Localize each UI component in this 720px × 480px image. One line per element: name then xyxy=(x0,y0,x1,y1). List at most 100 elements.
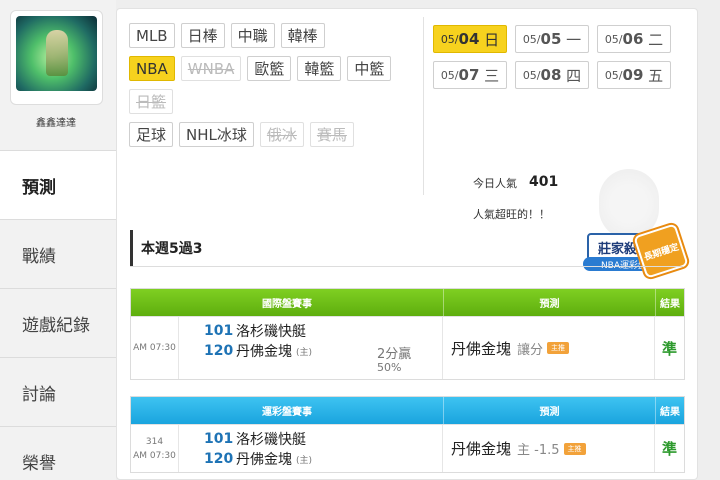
date-day: 04 xyxy=(458,30,480,48)
header-result: 結果 xyxy=(655,289,684,316)
match-time: 314 AM 07:30 xyxy=(131,425,179,472)
prediction-team: 丹佛金塊 xyxy=(451,339,512,358)
team-number: 120 xyxy=(204,343,234,359)
date-0508[interactable]: 05/08 四 xyxy=(515,61,589,89)
date-0509[interactable]: 05/09 五 xyxy=(597,61,671,89)
header-prediction: 預測 xyxy=(443,289,655,316)
tag-kbo[interactable]: 韓棒 xyxy=(280,23,325,48)
prediction-team: 丹佛金塊 xyxy=(451,440,512,458)
team-number: 101 xyxy=(204,431,234,447)
tag-horse-racing: 賽馬 xyxy=(309,122,354,147)
prediction-cell: 丹佛金塊 主 -1.5 主推 xyxy=(443,425,655,472)
prediction-type: 讓分 xyxy=(517,342,544,358)
date-day: 08 xyxy=(540,66,562,84)
badge-splash-icon xyxy=(599,169,659,239)
date-month: 05/ xyxy=(522,68,541,82)
date-0504[interactable]: 05/04 日 xyxy=(433,25,507,53)
date-picker: 05/04 日 05/05 一 05/06 二 05/07 三 05/08 四 … xyxy=(433,25,693,89)
match-teams: 101 洛杉磯快艇 120 丹佛金塊 (主) 2分贏 50% xyxy=(179,317,443,379)
tag-jp-baseball[interactable]: 日棒 xyxy=(180,23,225,48)
date-month: 05/ xyxy=(522,32,541,46)
table-header: 運彩盤賽事 預測 結果 xyxy=(131,397,684,424)
date-weekday: 五 xyxy=(648,66,664,85)
sidebar-menu: 預測 戰績 遊戲紀錄 討論 榮譽 xyxy=(0,150,116,480)
date-weekday: 日 xyxy=(484,30,500,49)
date-weekday: 三 xyxy=(484,66,500,85)
team-number: 120 xyxy=(204,451,234,467)
date-0507[interactable]: 05/07 三 xyxy=(433,61,507,89)
header-result: 結果 xyxy=(655,397,684,424)
date-weekday: 一 xyxy=(566,30,582,49)
tag-mlb[interactable]: MLB xyxy=(129,23,175,48)
week-record: 本週5過3 xyxy=(130,230,430,266)
sport-tags: MLB 日棒 中職 韓棒 NBA WNBA 歐籃 韓籃 中籃 日籃 足球 NHL… xyxy=(129,23,419,155)
killer-badge: 莊家殺手 NBA運彩盤 長期穩定 xyxy=(569,169,699,289)
match-clock: AM 07:30 xyxy=(133,450,176,461)
divider xyxy=(423,17,424,195)
team-number: 101 xyxy=(204,323,234,339)
tag-cpbl[interactable]: 中職 xyxy=(230,23,275,48)
match-teams: 101 洛杉磯快艇 120 丹佛金塊 (主) xyxy=(179,425,443,472)
team-name: 丹佛金塊 xyxy=(236,452,292,468)
spread-percent: 50% xyxy=(377,361,402,374)
date-0505[interactable]: 05/05 一 xyxy=(515,25,589,53)
date-day: 05 xyxy=(540,30,562,48)
sidebar-item-discussion[interactable]: 討論 xyxy=(0,357,116,426)
date-day: 07 xyxy=(458,66,480,84)
avatar-frame[interactable] xyxy=(10,10,103,105)
table-row[interactable]: AM 07:30 101 洛杉磯快艇 120 丹佛金塊 (主) 2分贏 50% xyxy=(131,316,684,379)
user-name: 鑫鑫達達 xyxy=(36,118,76,129)
spread-label: 2分贏 xyxy=(377,347,412,362)
match-number: 314 xyxy=(145,436,164,447)
sidebar-item-game-log[interactable]: 遊戲紀錄 xyxy=(0,288,116,357)
tag-kr-basketball[interactable]: 韓籃 xyxy=(297,56,342,81)
home-marker: (主) xyxy=(296,347,313,358)
home-team: 120 丹佛金塊 (主) xyxy=(204,341,312,361)
tag-cn-basketball[interactable]: 中籃 xyxy=(347,56,392,81)
header-matches: 運彩盤賽事 xyxy=(262,407,312,418)
tag-nba[interactable]: NBA xyxy=(129,56,175,81)
tag-jp-basketball: 日籃 xyxy=(129,89,174,114)
home-marker: (主) xyxy=(296,455,313,466)
date-month: 05/ xyxy=(440,68,459,82)
date-0506[interactable]: 05/06 二 xyxy=(597,25,671,53)
table-row[interactable]: 314 AM 07:30 101 洛杉磯快艇 120 丹佛金塊 (主) 丹佛金塊 xyxy=(131,424,684,472)
main-panel: MLB 日棒 中職 韓棒 NBA WNBA 歐籃 韓籃 中籃 日籃 足球 NHL… xyxy=(116,8,698,480)
prediction-cell: 丹佛金塊 讓分 主推 xyxy=(443,317,655,379)
app-root: 鑫鑫達達 預測 戰績 遊戲紀錄 討論 榮譽 MLB 日棒 中職 韓棒 NBA W… xyxy=(0,0,720,480)
match-clock: AM 07:30 xyxy=(133,343,176,353)
team-name: 洛杉磯快艇 xyxy=(236,324,306,340)
date-day: 06 xyxy=(622,30,644,48)
header-prediction: 預測 xyxy=(443,397,655,424)
result-cell: 準 xyxy=(661,339,677,358)
team-name: 丹佛金塊 xyxy=(236,344,292,360)
date-month: 05/ xyxy=(604,32,623,46)
sidebar-item-record[interactable]: 戰績 xyxy=(0,219,116,288)
sports-lottery-table: 運彩盤賽事 預測 結果 314 AM 07:30 101 洛杉磯快艇 120 丹… xyxy=(130,396,685,473)
sidebar-item-honors[interactable]: 榮譽 xyxy=(0,426,116,480)
tag-russian-hockey: 俄冰 xyxy=(259,122,304,147)
popularity-value: 401 xyxy=(529,174,559,190)
team-name: 洛杉磯快艇 xyxy=(236,432,306,448)
match-time: AM 07:30 xyxy=(131,317,179,379)
date-month: 05/ xyxy=(604,68,623,82)
date-month: 05/ xyxy=(440,32,459,46)
date-weekday: 四 xyxy=(566,66,582,85)
home-team: 120 丹佛金塊 (主) xyxy=(204,449,312,469)
away-team: 101 洛杉磯快艇 xyxy=(204,321,306,341)
tag-euro-basketball[interactable]: 歐籃 xyxy=(247,56,292,81)
date-day: 09 xyxy=(622,66,644,84)
popularity-note: 人氣超旺的！！ xyxy=(473,208,550,221)
tag-soccer[interactable]: 足球 xyxy=(129,122,174,147)
result-cell: 準 xyxy=(661,440,677,458)
sidebar: 鑫鑫達達 預測 戰績 遊戲紀錄 討論 榮譽 xyxy=(0,0,116,480)
tag-nhl[interactable]: NHL冰球 xyxy=(179,122,254,147)
header-matches: 國際盤賽事 xyxy=(262,299,312,310)
intl-odds-table: 國際盤賽事 預測 結果 AM 07:30 101 洛杉磯快艇 120 丹佛金塊 xyxy=(130,288,685,380)
sidebar-item-predictions[interactable]: 預測 xyxy=(0,150,116,219)
recommend-icon: 主推 xyxy=(563,442,586,455)
away-team: 101 洛杉磯快艇 xyxy=(204,429,306,449)
popularity-label: 今日人氣 xyxy=(473,177,517,190)
date-weekday: 二 xyxy=(648,30,664,49)
tag-wnba: WNBA xyxy=(180,56,242,81)
